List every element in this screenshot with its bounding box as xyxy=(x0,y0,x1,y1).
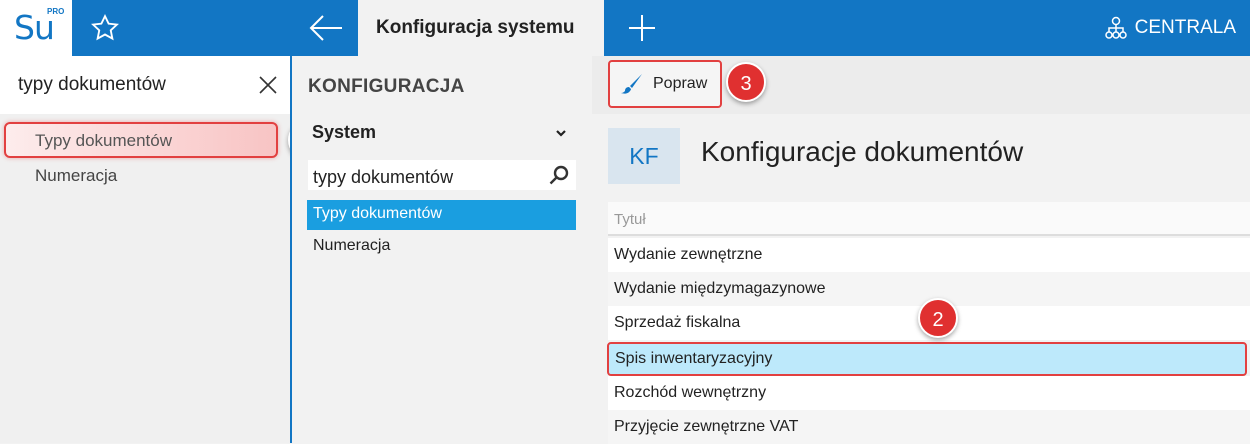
module-select[interactable]: System xyxy=(308,118,576,148)
config-item-typy-dokumentow[interactable]: Typy dokumentów xyxy=(307,200,576,230)
table-row[interactable]: Przyjęcie zewnętrzne VAT xyxy=(608,410,1250,444)
tab-system-config[interactable]: Konfiguracja systemu xyxy=(358,0,604,56)
left-item-label: Typy dokumentów xyxy=(35,131,173,150)
table-row[interactable]: Rozchód wewnętrzny xyxy=(608,376,1250,410)
left-item-typy-dokumentow[interactable]: Typy dokumentów xyxy=(4,122,278,158)
add-tab-icon[interactable] xyxy=(626,12,658,44)
config-search-box[interactable]: typy dokumentów xyxy=(308,160,576,190)
section-title: KONFIGURACJA xyxy=(308,76,465,97)
page-title: Konfiguracje dokumentów xyxy=(701,136,1024,167)
edit-button[interactable]: Popraw xyxy=(608,60,722,108)
company-selector[interactable]: CENTRALA xyxy=(1104,14,1236,42)
search-icon[interactable] xyxy=(548,164,570,186)
left-results-list: Typy dokumentów Numeracja xyxy=(0,114,290,443)
column-header-title: Tytuł xyxy=(614,211,646,228)
back-arrow-icon[interactable] xyxy=(308,12,344,44)
left-item-numeracja[interactable]: Numeracja xyxy=(35,166,117,186)
config-search-input[interactable]: typy dokumentów xyxy=(313,167,453,188)
documents-table: Tytuł Wydanie zewnętrzne Wydanie międzym… xyxy=(607,202,1250,444)
top-bar: Su PRO Konfiguracja systemu CENTRALA xyxy=(0,0,1250,56)
content-area: Popraw 3 KF Konfiguracje dokumentów Tytu… xyxy=(592,56,1250,444)
table-header[interactable]: Tytuł xyxy=(608,202,1250,236)
tab-label: Konfiguracja systemu xyxy=(376,17,575,38)
config-navigation: KONFIGURACJA System typy dokumentów Typy… xyxy=(292,56,592,443)
star-icon[interactable] xyxy=(90,13,120,43)
left-search-input[interactable]: typy dokumentów xyxy=(18,74,166,96)
close-icon[interactable] xyxy=(257,74,279,96)
app-logo[interactable]: Su PRO xyxy=(0,0,72,56)
document-avatar: KF xyxy=(608,128,680,184)
table-row-selected[interactable]: Spis inwentaryzacyjny xyxy=(607,342,1247,376)
left-navigation: typy dokumentów Typy dokumentów Numeracj… xyxy=(0,56,290,443)
logo-subtext: PRO xyxy=(47,7,65,16)
org-tree-icon xyxy=(1104,16,1127,39)
brush-icon xyxy=(621,74,642,94)
annotation-badge-2: 2 xyxy=(918,298,958,338)
left-search-box[interactable]: typy dokumentów xyxy=(0,56,290,114)
module-select-value: System xyxy=(312,122,377,142)
table-row[interactable]: Wydanie zewnętrzne xyxy=(608,238,1250,272)
company-label: CENTRALA xyxy=(1134,17,1236,38)
chevron-down-icon xyxy=(556,130,566,137)
annotation-badge-3: 3 xyxy=(726,62,766,102)
toolbar: Popraw xyxy=(592,56,1250,114)
edit-button-label: Popraw xyxy=(653,75,708,92)
config-item-numeracja[interactable]: Numeracja xyxy=(307,232,576,262)
